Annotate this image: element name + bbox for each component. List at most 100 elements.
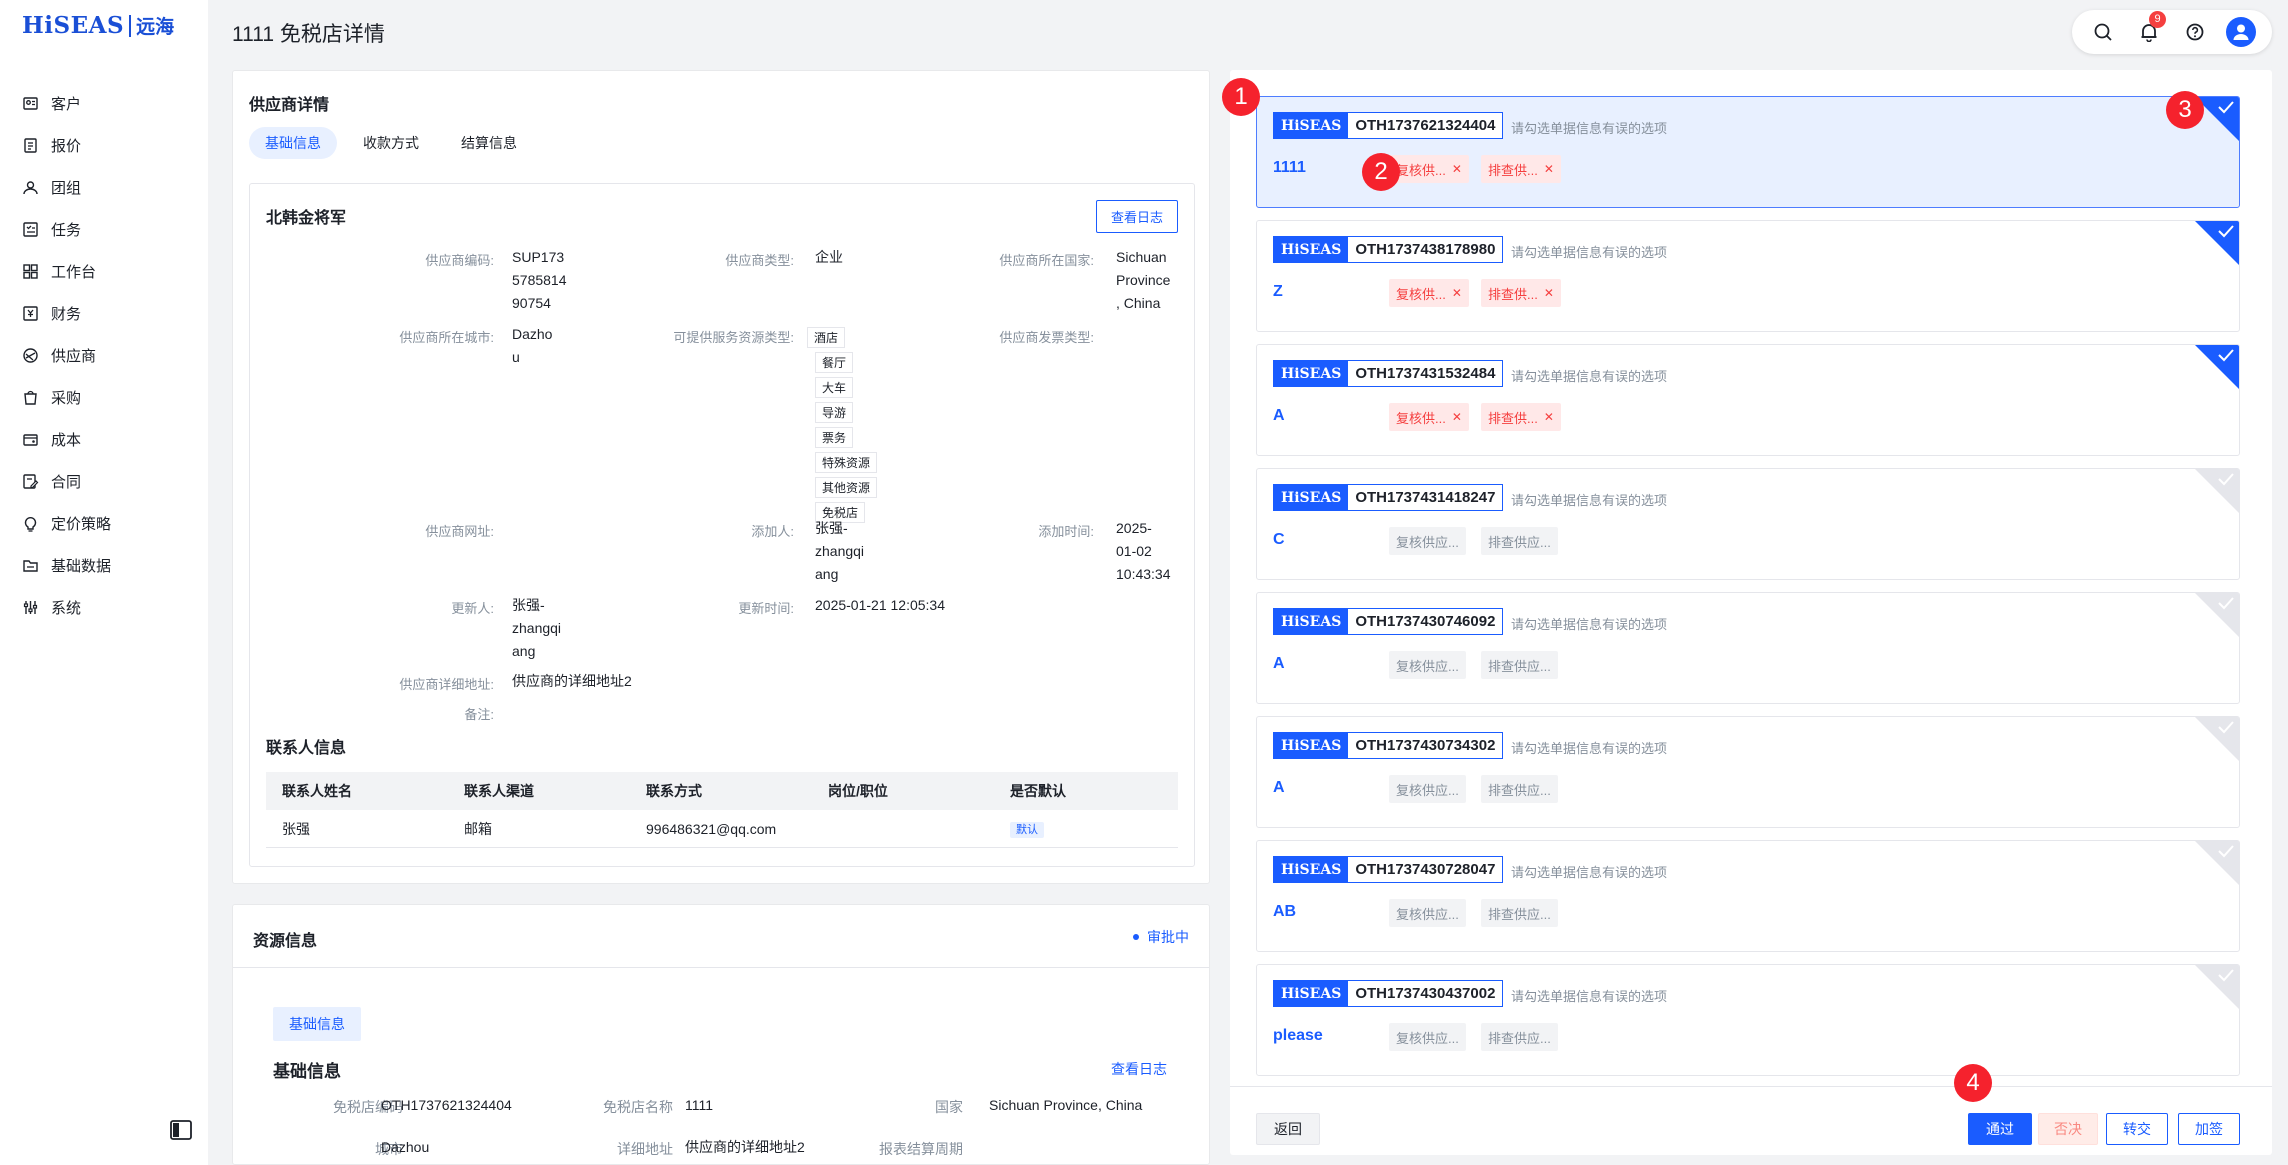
investigate-supplier-chip[interactable]: 排查供... ✕ bbox=[1481, 155, 1561, 183]
sidebar-item-label: 工作台 bbox=[51, 263, 97, 281]
countersign-button[interactable]: 加签 bbox=[2178, 1113, 2240, 1145]
hiseas-logo: HiSEAS bbox=[1274, 113, 1349, 138]
supplier-section-title: 供应商详情 bbox=[249, 97, 330, 114]
sidebar-item-customer[interactable]: 客户 bbox=[0, 82, 208, 124]
document-name: 1111 bbox=[1273, 159, 1306, 176]
review-supplier-chip[interactable]: 复核供应... bbox=[1389, 1023, 1466, 1051]
collapse-sidebar-icon[interactable] bbox=[170, 1120, 192, 1140]
sidebar-item-supplier[interactable]: 供应商 bbox=[0, 334, 208, 376]
back-button[interactable]: 返回 bbox=[1256, 1113, 1320, 1145]
investigate-supplier-chip[interactable]: 排查供应... bbox=[1481, 651, 1558, 679]
document-code: OTH1737430728047 bbox=[1348, 857, 1503, 882]
reject-button[interactable]: 否决 bbox=[2038, 1113, 2098, 1145]
review-supplier-chip[interactable]: 复核供... ✕ bbox=[1389, 155, 1469, 183]
hiseas-logo: HiSEAS bbox=[1274, 485, 1349, 510]
supplier-code-value: SUP173 5785814 90754 bbox=[512, 246, 567, 315]
help-button[interactable] bbox=[2180, 17, 2210, 47]
updater-value: 张强- zhangqi ang bbox=[512, 594, 561, 663]
resource-section-title: 资源信息 bbox=[253, 933, 318, 950]
investigate-supplier-chip[interactable]: 排查供... ✕ bbox=[1481, 279, 1561, 307]
sidebar-item-pricing[interactable]: 定价策略 bbox=[0, 502, 208, 544]
website-label: 供应商网址: bbox=[425, 524, 494, 539]
sidebar-item-base-data[interactable]: 基础数据 bbox=[0, 544, 208, 586]
settlement-cycle-label: 报表结算周期 bbox=[879, 1141, 963, 1157]
resource-type-tags: 酒店 餐厅 大车 导游 票务 特殊资源 其他资源 免税店 bbox=[807, 327, 878, 527]
transfer-button[interactable]: 转交 bbox=[2106, 1113, 2168, 1145]
adder-value: 张强- zhangqi ang bbox=[815, 517, 864, 586]
view-log-button[interactable]: 查看日志 bbox=[1095, 200, 1178, 233]
user-avatar-button[interactable] bbox=[2226, 17, 2256, 47]
remove-chip-icon[interactable]: ✕ bbox=[1544, 286, 1554, 300]
approve-button[interactable]: 通过 bbox=[1968, 1113, 2032, 1145]
workbench-icon bbox=[22, 263, 39, 280]
sidebar-item-quote[interactable]: 报价 bbox=[0, 124, 208, 166]
check-icon bbox=[2218, 597, 2234, 610]
review-supplier-chip[interactable]: 复核供应... bbox=[1389, 527, 1466, 555]
user-icon bbox=[2233, 24, 2249, 40]
notification-button[interactable]: 9 bbox=[2134, 11, 2166, 47]
step-marker-1: 1 bbox=[1222, 78, 1260, 116]
sidebar-item-workbench[interactable]: 工作台 bbox=[0, 250, 208, 292]
sidebar-item-label: 成本 bbox=[51, 431, 82, 449]
search-button[interactable] bbox=[2088, 17, 2118, 47]
supplier-code-line: 90754 bbox=[512, 295, 551, 311]
remove-chip-icon[interactable]: ✕ bbox=[1452, 162, 1462, 176]
investigate-supplier-chip[interactable]: 排查供应... bbox=[1481, 1023, 1558, 1051]
tab-resource-basic-info[interactable]: 基础信息 bbox=[273, 1007, 361, 1041]
approval-card[interactable]: HiSEAS OTH1737430437002 请勾选单据信息有误的选项 please… bbox=[1256, 964, 2240, 1076]
card-brand-box: HiSEAS OTH1737431532484 bbox=[1273, 360, 1504, 387]
sidebar-item-system[interactable]: 系统 bbox=[0, 586, 208, 628]
contract-icon bbox=[22, 473, 39, 490]
review-supplier-chip[interactable]: 复核供... ✕ bbox=[1389, 279, 1469, 307]
review-supplier-chip[interactable]: 复核供应... bbox=[1389, 775, 1466, 803]
status-dot bbox=[1133, 934, 1139, 940]
tab-payment-method[interactable]: 收款方式 bbox=[347, 127, 435, 159]
remove-chip-icon[interactable]: ✕ bbox=[1452, 410, 1462, 424]
chip-label: 排查供应... bbox=[1488, 1030, 1551, 1046]
approval-card[interactable]: HiSEAS OTH1737431418247 请勾选单据信息有误的选项 C 复核供应.… bbox=[1256, 468, 2240, 580]
review-supplier-chip[interactable]: 复核供... ✕ bbox=[1389, 403, 1469, 431]
remove-chip-icon[interactable]: ✕ bbox=[1544, 410, 1554, 424]
resource-view-log-link[interactable]: 查看日志 bbox=[1111, 1059, 1167, 1079]
card-brand-box: HiSEAS OTH1737438178980 bbox=[1273, 236, 1504, 263]
logo-en: HiSEAS bbox=[22, 12, 125, 39]
remove-chip-icon[interactable]: ✕ bbox=[1544, 162, 1554, 176]
sidebar-item-purchase[interactable]: 采购 bbox=[0, 376, 208, 418]
updater-line: 张强- bbox=[512, 597, 545, 613]
supplier-code-line: 5785814 bbox=[512, 272, 567, 288]
approval-card[interactable]: HiSEAS OTH1737430734302 请勾选单据信息有误的选项 A 复核供应.… bbox=[1256, 716, 2240, 828]
sidebar-item-task[interactable]: 任务 bbox=[0, 208, 208, 250]
tab-basic-info[interactable]: 基础信息 bbox=[249, 127, 337, 159]
chip-label: 排查供... bbox=[1488, 410, 1538, 426]
tab-settlement-info[interactable]: 结算信息 bbox=[445, 127, 533, 159]
approval-card[interactable]: HiSEAS OTH1737621324404 请勾选单据信息有误的选项 1111 复核… bbox=[1256, 96, 2240, 208]
approval-card[interactable]: HiSEAS OTH1737438178980 请勾选单据信息有误的选项 Z 复核供..… bbox=[1256, 220, 2240, 332]
sidebar-item-group[interactable]: 团组 bbox=[0, 166, 208, 208]
dutyfree-name-value: 1111 bbox=[685, 1097, 714, 1113]
status-text: 审批中 bbox=[1147, 929, 1189, 945]
logo[interactable]: HiSEAS 远海 bbox=[22, 12, 174, 39]
supplier-city-value: Dazho u bbox=[512, 323, 552, 369]
supplier-detail-card: 供应商详情 基础信息 收款方式 结算信息 北韩金将军 查看日志 供应商编码: S… bbox=[232, 70, 1210, 884]
sidebar-item-cost[interactable]: 成本 bbox=[0, 418, 208, 460]
remove-chip-icon[interactable]: ✕ bbox=[1452, 286, 1462, 300]
investigate-supplier-chip[interactable]: 排查供应... bbox=[1481, 775, 1558, 803]
sidebar-item-contract[interactable]: 合同 bbox=[0, 460, 208, 502]
approval-card[interactable]: HiSEAS OTH1737430746092 请勾选单据信息有误的选项 A 复核供应.… bbox=[1256, 592, 2240, 704]
resource-type-tag: 导游 bbox=[815, 402, 854, 423]
investigate-supplier-chip[interactable]: 排查供... ✕ bbox=[1481, 403, 1561, 431]
approval-status: 审批中 bbox=[1133, 927, 1189, 947]
resource-type-tag: 酒店 bbox=[807, 327, 846, 348]
sidebar-item-label: 任务 bbox=[51, 221, 82, 239]
review-supplier-chip[interactable]: 复核供应... bbox=[1389, 651, 1466, 679]
contact-section-title: 联系人信息 bbox=[266, 740, 347, 757]
approval-card[interactable]: HiSEAS OTH1737430728047 请勾选单据信息有误的选项 AB 复核供应… bbox=[1256, 840, 2240, 952]
sidebar-item-finance[interactable]: 财务 bbox=[0, 292, 208, 334]
approval-card[interactable]: HiSEAS OTH1737431532484 请勾选单据信息有误的选项 A 复核供..… bbox=[1256, 344, 2240, 456]
review-supplier-chip[interactable]: 复核供应... bbox=[1389, 899, 1466, 927]
investigate-supplier-chip[interactable]: 排查供应... bbox=[1481, 899, 1558, 927]
investigate-supplier-chip[interactable]: 排查供应... bbox=[1481, 527, 1558, 555]
contact-header-cell: 联系人渠道 bbox=[464, 783, 534, 799]
address-value: 供应商的详细地址2 bbox=[512, 673, 632, 689]
card-brand-box: HiSEAS OTH1737431418247 bbox=[1273, 484, 1504, 511]
